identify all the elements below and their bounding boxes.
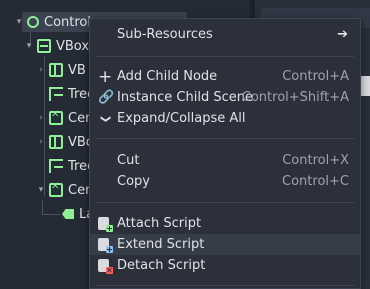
- add-icon: +: [98, 66, 113, 87]
- collapse-arrow-icon[interactable]: ▾: [36, 185, 46, 195]
- menu-separator: [96, 202, 354, 203]
- attach-script-icon: +: [98, 217, 113, 233]
- menu-item-copy[interactable]: Copy Control+C: [90, 171, 360, 192]
- menu-item-shortcut: Control+C: [282, 174, 349, 189]
- menu-separator: [96, 285, 354, 286]
- menu-item-label: Instance Child Scene: [117, 90, 253, 105]
- expand-arrow-icon[interactable]: ›: [36, 65, 46, 75]
- tree-node-center-1[interactable]: › Cen: [36, 108, 93, 128]
- menu-separator: [96, 56, 354, 57]
- menu-item-label: Extend Script: [117, 237, 205, 252]
- expand-arrow-icon[interactable]: ›: [36, 137, 46, 147]
- menu-item-label: Copy: [117, 174, 150, 189]
- menu-item-label: Detach Script: [117, 258, 206, 273]
- menu-item-label: Cut: [117, 153, 140, 168]
- node-label: Control: [44, 14, 91, 30]
- menu-item-attach-script[interactable]: + Attach Script: [90, 213, 360, 234]
- hboxcontainer-icon: [49, 63, 63, 77]
- centercontainer-icon: [49, 181, 63, 197]
- expand-arrow-icon[interactable]: ›: [36, 113, 46, 123]
- chevron-down-icon: ❯: [100, 114, 111, 123]
- context-menu: Sub-Resources ➔ + Add Child Node Control…: [89, 18, 361, 289]
- collapse-arrow-icon[interactable]: ▾: [24, 41, 34, 51]
- menu-item-detach-script[interactable]: ✕ Detach Script: [90, 255, 360, 276]
- menu-item-add-child-node[interactable]: + Add Child Node Control+A: [90, 66, 360, 87]
- add-badge-icon: +: [106, 224, 113, 233]
- menu-item-instance-child-scene[interactable]: 🔗 Instance Child Scene Control+Shift+A: [90, 87, 360, 108]
- detach-script-icon: ✕: [98, 259, 113, 275]
- menu-item-cut[interactable]: Cut Control+X: [90, 150, 360, 171]
- tree-node-center-2[interactable]: ▾ Cen: [36, 180, 94, 200]
- node-label: VB: [68, 62, 86, 78]
- menu-item-extend-script[interactable]: + Extend Script: [90, 234, 360, 255]
- menu-item-sub-resources[interactable]: Sub-Resources ➔: [90, 24, 360, 45]
- extend-script-icon: +: [98, 238, 113, 254]
- tree-icon: [49, 87, 63, 101]
- tree-node-hbox-1[interactable]: › VB: [36, 60, 86, 80]
- menu-item-shortcut: Control+A: [282, 69, 349, 84]
- tree-node-hbox-2[interactable]: › VBo: [36, 132, 94, 152]
- menu-item-shortcut: Control+X: [282, 153, 349, 168]
- control-icon: [27, 16, 39, 28]
- collapse-arrow-icon[interactable]: ▾: [14, 17, 24, 27]
- menu-item-label: Add Child Node: [117, 69, 218, 84]
- menu-separator: [96, 138, 354, 139]
- extend-badge-icon: +: [106, 245, 113, 254]
- centercontainer-icon: [49, 109, 63, 125]
- tree-node-control[interactable]: ▾ Control: [14, 12, 91, 32]
- hboxcontainer-icon: [49, 135, 63, 149]
- link-icon: 🔗: [98, 89, 115, 105]
- vboxcontainer-icon: [37, 39, 51, 53]
- tree-node-vboxcontainer[interactable]: ▾ VBoxC: [24, 36, 98, 56]
- tree-guide-line: [42, 200, 43, 214]
- menu-item-label: Sub-Resources: [117, 27, 213, 42]
- tree-guide-line: [42, 214, 60, 215]
- menu-item-shortcut: Control+Shift+A: [241, 90, 349, 105]
- label-icon: [62, 209, 74, 219]
- remove-badge-icon: ✕: [106, 266, 113, 275]
- menu-item-label: Expand/Collapse All: [117, 111, 246, 126]
- tree-icon: [49, 159, 63, 173]
- menu-item-expand-collapse-all[interactable]: ❯ Expand/Collapse All: [90, 108, 360, 129]
- submenu-arrow-icon: ➔: [337, 27, 348, 42]
- menu-item-label: Attach Script: [117, 216, 202, 231]
